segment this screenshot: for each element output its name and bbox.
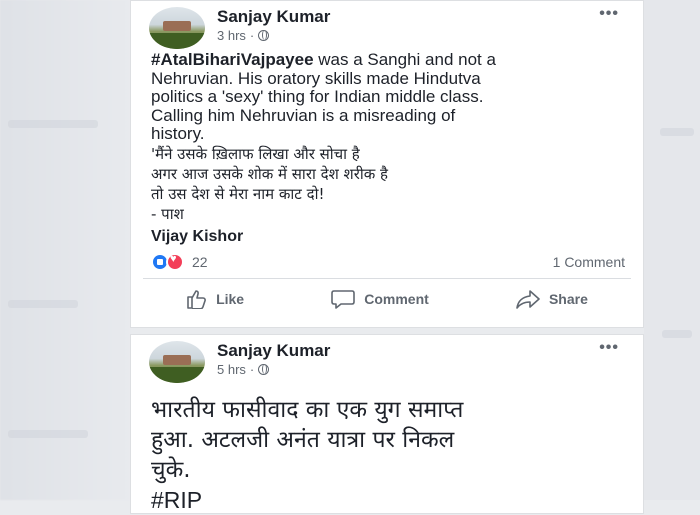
thumbs-up-icon xyxy=(187,290,206,309)
engagement-counts: 22 1 Comment xyxy=(151,251,625,273)
divider xyxy=(143,278,631,279)
post-author-name[interactable]: Sanjay Kumar xyxy=(217,7,330,27)
blurred-sidebar-text xyxy=(8,300,78,308)
post-text: #AtalBihariVajpayee was a Sanghi and not… xyxy=(151,50,631,247)
blurred-right-rail xyxy=(644,0,700,500)
meta-separator: · xyxy=(249,362,255,377)
avatar-building-image xyxy=(163,21,191,31)
share-arrow-icon xyxy=(516,290,540,309)
comment-label: Comment xyxy=(364,291,429,307)
avatar-building-image xyxy=(163,355,191,365)
avatar[interactable] xyxy=(149,7,205,49)
hashtag-link[interactable]: #RIP xyxy=(151,485,631,515)
post-text-line: हुआ. अटलजी अनंत यात्रा पर निकल xyxy=(151,427,455,453)
comment-button[interactable]: Comment xyxy=(318,283,441,315)
comment-count-link[interactable]: 1 Comment xyxy=(553,254,625,270)
blurred-sidebar-text xyxy=(8,430,88,438)
post-text-line: history. xyxy=(151,124,205,144)
post-text-line: #AtalBihariVajpayee was a Sanghi and not… xyxy=(151,50,496,69)
post-text-line: Nehruvian. His oratory skills made Hindu… xyxy=(151,68,481,88)
post-actions: Like Comment Share xyxy=(143,281,631,317)
feed-post: Sanjay Kumar 3 hrs · ••• #AtalBihariVajp… xyxy=(130,0,644,328)
blurred-right-text xyxy=(660,128,694,136)
reaction-count: 22 xyxy=(192,254,208,270)
poem-line: 'मैंने उसके ख़िलाफ लिखा और सोचा है xyxy=(151,144,360,163)
post-meta: 5 hrs · xyxy=(217,362,270,377)
love-reaction-icon xyxy=(166,253,184,271)
post-author-name[interactable]: Sanjay Kumar xyxy=(217,341,330,361)
blurred-right-text xyxy=(662,330,692,338)
share-button[interactable]: Share xyxy=(503,283,600,315)
avatar-lawn-image xyxy=(149,33,205,49)
post-options-button[interactable]: ••• xyxy=(599,339,619,357)
avatar-lawn-image xyxy=(149,367,205,383)
post-options-button[interactable]: ••• xyxy=(599,5,619,23)
blurred-sidebar xyxy=(0,0,130,500)
poem-line: अगर आज उसके शोक में सारा देश शरीक है xyxy=(151,164,389,183)
post-text-line: Calling him Nehruvian is a misreading of xyxy=(151,105,456,125)
globe-icon xyxy=(258,30,270,41)
blurred-sidebar-text xyxy=(8,120,98,128)
post-meta: 3 hrs · xyxy=(217,28,270,43)
post-timestamp[interactable]: 5 hrs xyxy=(217,362,246,377)
reactions-summary[interactable]: 22 xyxy=(151,253,208,271)
like-button[interactable]: Like xyxy=(174,283,256,315)
post-signature: Vijay Kishor xyxy=(151,227,244,245)
feed-post: Sanjay Kumar 5 hrs · ••• भारतीय फासीवाद … xyxy=(130,334,644,514)
post-text-line: politics a 'sexy' thing for Indian middl… xyxy=(151,87,484,107)
post-text: भारतीय फासीवाद का एक युग समाप्त हुआ. अटल… xyxy=(151,395,631,515)
comment-bubble-icon xyxy=(331,290,356,309)
like-label: Like xyxy=(216,291,245,307)
post-text-line: चुके. xyxy=(151,457,191,483)
poem-attribution: - पाश xyxy=(151,204,184,223)
post-text-line: भारतीय फासीवाद का एक युग समाप्त xyxy=(151,397,464,423)
share-label: Share xyxy=(548,291,588,307)
post-timestamp[interactable]: 3 hrs xyxy=(217,28,246,43)
globe-icon xyxy=(258,364,270,375)
avatar[interactable] xyxy=(149,341,205,383)
poem-line: तो उस देश से मेरा नाम काट दो! xyxy=(151,184,325,203)
meta-separator: · xyxy=(249,28,255,43)
hashtag-link[interactable]: #AtalBihariVajpayee xyxy=(151,50,314,69)
